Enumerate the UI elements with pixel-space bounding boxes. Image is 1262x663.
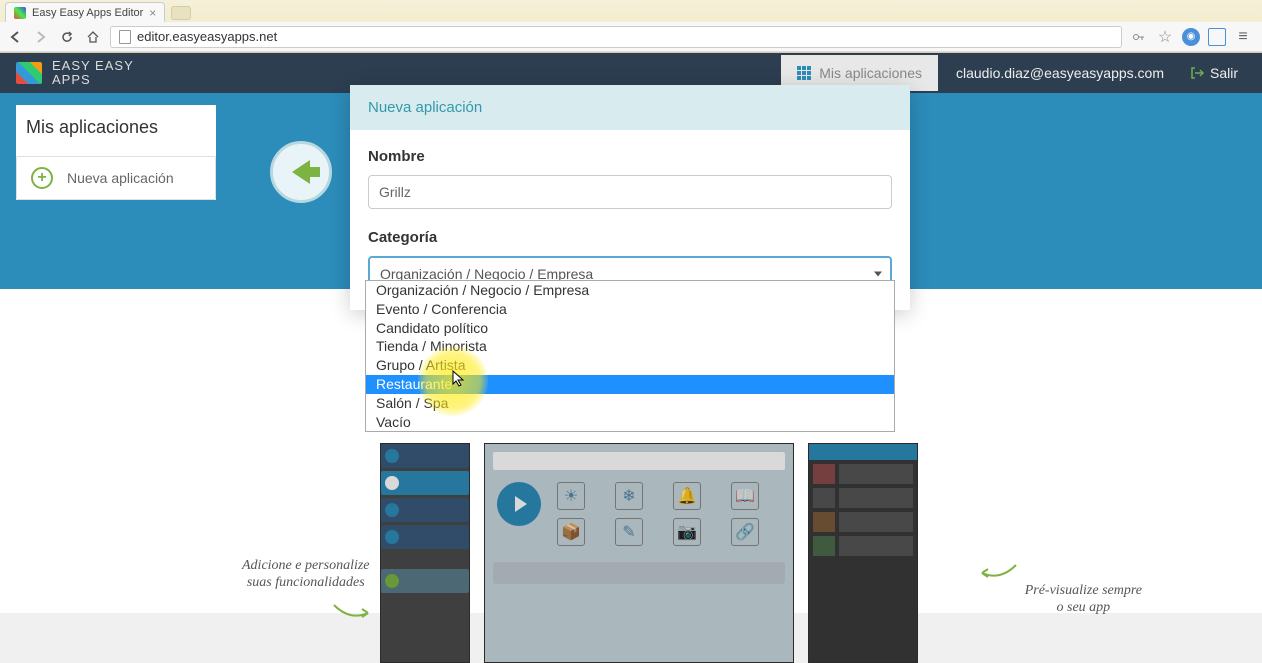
dropdown-option[interactable]: Tienda / Minorista — [366, 337, 894, 356]
category-label: Categoría — [368, 229, 892, 246]
arrow-left-icon — [292, 160, 310, 184]
dropdown-option[interactable]: Vacío — [366, 413, 894, 432]
key-icon[interactable] — [1130, 28, 1148, 46]
dropdown-option[interactable]: Candidato político — [366, 319, 894, 338]
favicon-icon — [14, 7, 26, 19]
my-apps-label: Mis aplicaciones — [819, 65, 922, 81]
star-icon[interactable]: ☆ — [1156, 28, 1174, 46]
dropdown-option[interactable]: Grupo / Artista — [366, 356, 894, 375]
arrow-swoosh-icon — [978, 563, 1018, 585]
exit-label: Salir — [1210, 65, 1238, 81]
forward-icon[interactable] — [32, 28, 50, 46]
category-dropdown[interactable]: Organización / Negocio / EmpresaEvento /… — [365, 280, 895, 432]
logo[interactable]: EASY EASY APPS — [16, 59, 134, 88]
sidebar-title: Mis aplicaciones — [16, 105, 216, 156]
menu-icon[interactable]: ≡ — [1234, 28, 1252, 46]
extension-box-icon[interactable] — [1208, 28, 1226, 46]
logo-icon — [16, 62, 42, 84]
tab-title: Easy Easy Apps Editor — [32, 7, 143, 19]
new-tab-button[interactable] — [171, 6, 191, 20]
back-button[interactable] — [270, 141, 332, 203]
caption-left: Adicione e personalize suas funcionalida… — [242, 558, 370, 592]
logo-text: EASY EASY APPS — [52, 59, 134, 88]
arrow-swoosh-icon — [332, 603, 372, 625]
url-text: editor.easyeasyapps.net — [137, 29, 277, 44]
home-icon[interactable] — [84, 28, 102, 46]
dropdown-option[interactable]: Evento / Conferencia — [366, 300, 894, 319]
user-email[interactable]: claudio.diaz@easyeasyapps.com — [938, 65, 1182, 81]
chevron-down-icon — [874, 272, 882, 277]
plus-icon: + — [31, 167, 53, 189]
exit-icon — [1190, 66, 1204, 80]
preview-mockup: ☀❄🔔📖 📦✎📷🔗 — [380, 443, 1132, 613]
dropdown-option[interactable]: Salón / Spa — [366, 394, 894, 413]
name-input[interactable] — [368, 175, 892, 209]
url-bar[interactable]: editor.easyeasyapps.net — [110, 26, 1122, 48]
name-label: Nombre — [368, 148, 892, 165]
modal-title: Nueva aplicación — [350, 85, 910, 130]
close-tab-icon[interactable]: × — [149, 6, 156, 20]
browser-tab[interactable]: Easy Easy Apps Editor × — [5, 2, 165, 22]
grid-icon — [797, 66, 811, 80]
page-icon — [119, 30, 131, 44]
dropdown-option[interactable]: Restaurante — [366, 375, 894, 394]
back-icon[interactable] — [6, 28, 24, 46]
exit-button[interactable]: Salir — [1182, 65, 1246, 81]
new-app-label: Nueva aplicación — [67, 170, 174, 186]
new-app-button[interactable]: + Nueva aplicación — [16, 156, 216, 200]
new-app-modal: Nueva aplicación Nombre Categoría Organi… — [350, 85, 910, 310]
dropdown-option[interactable]: Organización / Negocio / Empresa — [366, 281, 894, 300]
extension-globe-icon[interactable]: ◉ — [1182, 28, 1200, 46]
reload-icon[interactable] — [58, 28, 76, 46]
